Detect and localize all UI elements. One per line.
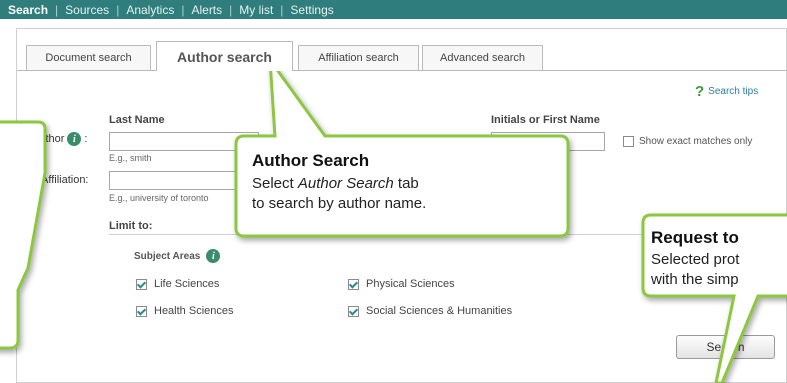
last-name-hint: E.g., smith — [109, 153, 152, 163]
affiliation-input[interactable] — [109, 171, 259, 190]
subject-areas-label: Subject Areas — [134, 250, 201, 262]
tab-advanced-search[interactable]: Advanced search — [422, 45, 543, 70]
tab-baseline — [17, 70, 786, 71]
callout-text-em: Author Search — [297, 175, 394, 192]
callout-request-title: Request to — [651, 228, 739, 247]
subject-health-sciences[interactable]: Health Sciences — [136, 305, 234, 317]
callout-request-line2: with the simp — [651, 271, 739, 288]
checkbox-checked-icon[interactable] — [348, 278, 359, 290]
nav-separator: | — [55, 2, 59, 17]
author-label: Author — [32, 133, 65, 145]
nav-separator: | — [181, 2, 185, 17]
info-icon[interactable]: i — [206, 249, 221, 263]
checkbox-checked-icon[interactable] — [136, 305, 147, 317]
nav-alerts[interactable]: Alerts — [191, 3, 222, 17]
search-button[interactable]: Search — [676, 335, 775, 359]
top-nav: Search | Sources | Analytics | Alerts | … — [0, 0, 787, 19]
subject-physical-sciences[interactable]: Physical Sciences — [348, 278, 455, 290]
nav-separator: | — [116, 2, 120, 17]
subject-areas-heading: Subject Areas i — [134, 249, 221, 263]
callout-author-title: Author Search — [252, 151, 370, 170]
nav-my-list[interactable]: My list — [239, 3, 273, 17]
nav-analytics[interactable]: Analytics — [126, 3, 174, 17]
checkbox-icon[interactable] — [623, 136, 634, 147]
subject-social-sciences-humanities[interactable]: Social Sciences & Humanities — [348, 305, 512, 317]
subject-label: Social Sciences & Humanities — [366, 305, 513, 317]
checkbox-checked-icon[interactable] — [348, 305, 359, 317]
subject-label: Health Sciences — [154, 305, 234, 317]
last-name-input[interactable] — [109, 132, 259, 151]
checkbox-checked-icon[interactable] — [136, 278, 147, 290]
search-tabs: Document search Author search Affiliatio… — [17, 41, 786, 71]
nav-search[interactable]: Search — [8, 3, 48, 17]
tab-affiliation-search[interactable]: Affiliation search — [298, 45, 419, 70]
tab-author-search[interactable]: Author search — [156, 41, 293, 71]
tab-document-search[interactable]: Document search — [26, 45, 151, 70]
callout-text-pre: Select — [252, 175, 298, 192]
nav-separator: | — [280, 2, 284, 17]
callout-text-post: tab — [393, 175, 419, 192]
info-icon[interactable]: i — [67, 132, 82, 146]
exact-matches-label: Show exact matches only — [639, 136, 753, 147]
limit-to-label: Limit to: — [109, 220, 153, 232]
callout-request-text: Selected prot with the simp — [651, 250, 739, 290]
nav-sources[interactable]: Sources — [65, 3, 109, 17]
subject-life-sciences[interactable]: Life Sciences — [136, 278, 219, 290]
subject-label: Life Sciences — [154, 278, 220, 290]
search-tips-link[interactable]: ? Search tips — [695, 83, 758, 100]
last-name-label: Last Name — [109, 114, 165, 126]
callout-request-line1: Selected prot — [651, 251, 740, 268]
search-tips-label: Search tips — [708, 86, 759, 97]
initials-label: Initials or First Name — [491, 114, 600, 126]
affiliation-label: Affiliation: — [41, 174, 89, 186]
subject-label: Physical Sciences — [366, 278, 455, 290]
author-label-group: Author i : — [32, 132, 87, 146]
callout-text-line2: to search by author name. — [252, 195, 427, 212]
help-icon: ? — [695, 83, 705, 100]
callout-author-text: Select Author Search tab to search by au… — [252, 174, 426, 214]
initials-input[interactable] — [491, 132, 605, 151]
nav-settings[interactable]: Settings — [290, 3, 333, 17]
nav-separator: | — [229, 2, 233, 17]
exact-matches-checkbox[interactable]: Show exact matches only — [623, 136, 752, 147]
author-colon: : — [84, 133, 88, 145]
affiliation-hint: E.g., university of toronto — [109, 193, 209, 203]
